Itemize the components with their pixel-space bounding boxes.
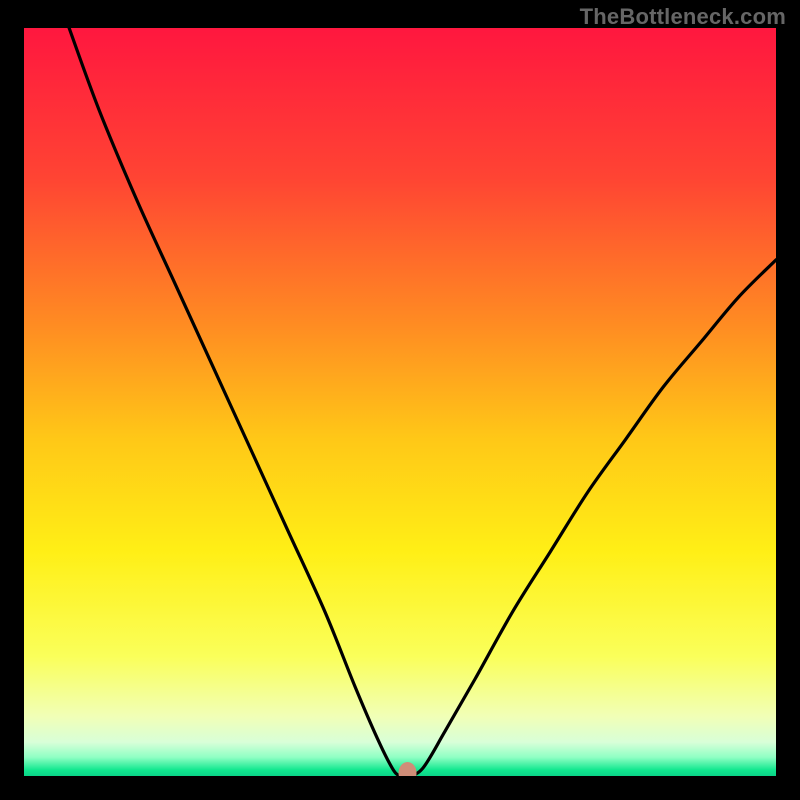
plot-area [24,28,776,776]
watermark-text: TheBottleneck.com [580,4,786,30]
bottleneck-chart [24,28,776,776]
chart-frame: TheBottleneck.com [0,0,800,800]
